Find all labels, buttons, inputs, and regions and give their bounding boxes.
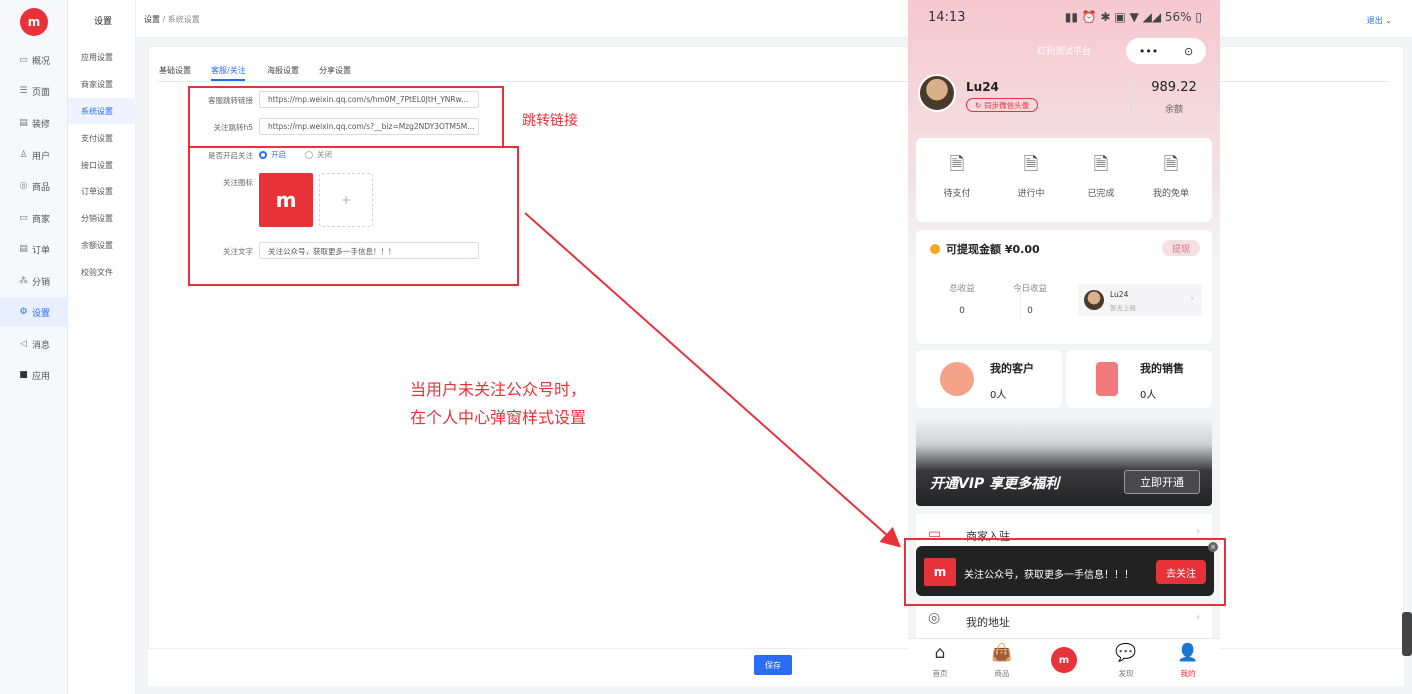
coin-icon	[930, 244, 940, 254]
tab-label: 我的	[1180, 669, 1196, 678]
popup-highlight	[904, 538, 1226, 606]
chevron-right-icon: ›	[1196, 526, 1200, 537]
my-customers-card[interactable]: 我的客户 0人	[916, 350, 1062, 408]
sales-count: 0人	[1140, 390, 1157, 401]
sync-label: 同步微信头像	[984, 100, 1030, 110]
order-free[interactable]: 🗎 我的免单	[1134, 152, 1208, 199]
battery-icon: ▯	[1195, 10, 1202, 24]
vip-slogan: 开通VIP 享更多福利	[930, 476, 1060, 492]
today-earnings-label: 今日收益	[1012, 284, 1047, 294]
withdraw-button[interactable]: 提现	[1162, 240, 1200, 256]
bottom-tab-bar: ⌂ 首页 👜 商品 m 💬 发现 👤 我的	[908, 638, 1220, 680]
address-label: 我的地址	[966, 616, 1010, 629]
open-vip-button[interactable]: 立即开通	[1124, 470, 1200, 494]
chevron-right-icon: ›	[1190, 294, 1194, 304]
mini-program-capsule: ••• ⊙	[1126, 38, 1206, 64]
order-label: 我的免单	[1152, 189, 1189, 199]
tab-goods[interactable]: 👜 商品	[982, 643, 1022, 679]
my-address-item[interactable]: ◎ 我的地址 ›	[916, 604, 1212, 638]
home-icon: ⌂	[934, 643, 946, 663]
balance-label: 余额	[1164, 105, 1183, 115]
today-earnings-value: 0	[1027, 306, 1033, 316]
scrollbar[interactable]	[1402, 612, 1412, 656]
tab-home[interactable]: ⌂ 首页	[920, 643, 960, 679]
customers-count: 0人	[990, 390, 1007, 401]
tab-mine[interactable]: 👤 我的	[1168, 643, 1208, 679]
free-order-icon: 🗎	[1163, 154, 1179, 175]
order-label: 已完成	[1087, 189, 1115, 199]
order-shortcuts: 🗎 待支付 🗎 进行中 🗎 已完成 🗎 我的免单	[916, 138, 1212, 222]
battery-percent: 56%	[1164, 10, 1192, 24]
avatar[interactable]	[918, 74, 956, 112]
chevron-right-icon: ›	[1196, 612, 1200, 623]
refresh-icon: ↻	[975, 100, 982, 110]
order-pending-pay[interactable]: 🗎 待支付	[920, 152, 994, 199]
status-time: 14:13	[928, 10, 966, 25]
center-logo-tab[interactable]: m	[1051, 647, 1077, 673]
tab-label: 商品	[994, 669, 1010, 678]
referrer-status: 暂无上级	[1110, 304, 1136, 312]
status-icons: ▮▮ ⏰ ✱ ▣ ▼ ◢◢ 56% ▯	[1065, 10, 1202, 24]
more-icon[interactable]: •••	[1139, 45, 1158, 58]
order-label: 待支付	[943, 189, 971, 199]
sales-title: 我的销售	[1140, 362, 1184, 375]
signal-icon: ▮▮ ⏰ ✱ ▣ ▼ ◢◢	[1064, 10, 1165, 24]
customers-icon	[940, 362, 974, 396]
bill-icon: 🗎	[949, 154, 965, 175]
order-label: 进行中	[1017, 189, 1045, 199]
sync-avatar-button[interactable]: ↻ 同步微信头像	[966, 98, 1039, 112]
referrer-card[interactable]: Lu24 暂无上级 ›	[1078, 284, 1202, 316]
my-sales-card[interactable]: 我的销售 0人	[1066, 350, 1212, 408]
chat-icon: 💬	[1115, 643, 1137, 663]
withdrawable-amount: 可提现金额 ¥0.00	[946, 243, 1040, 256]
referrer-name: Lu24	[1110, 290, 1129, 299]
bill-progress-icon: 🗎	[1023, 154, 1039, 175]
order-completed[interactable]: 🗎 已完成	[1064, 152, 1138, 199]
order-in-progress[interactable]: 🗎 进行中	[994, 152, 1068, 199]
earnings-card: 可提现金额 ¥0.00 提现 总收益 0 今日收益 0 Lu24 暂无上级 ›	[916, 230, 1212, 344]
bag-icon: 👜	[991, 643, 1013, 663]
total-earnings-value: 0	[959, 306, 965, 316]
tie-icon	[1096, 362, 1118, 396]
referrer-avatar	[1084, 290, 1104, 310]
tab-discover[interactable]: 💬 发现	[1106, 643, 1146, 679]
tab-label: 首页	[932, 669, 948, 678]
vip-banner: 开通VIP 享更多福利 立即开通	[916, 418, 1212, 506]
balance-value[interactable]: 989.22	[1134, 80, 1214, 95]
user-name: Lu24	[966, 80, 999, 94]
person-icon: 👤	[1177, 643, 1199, 663]
bill-done-icon: 🗎	[1093, 154, 1109, 175]
customers-title: 我的客户	[990, 362, 1034, 375]
tab-label: 发现	[1118, 669, 1134, 678]
balance-divider	[1130, 76, 1131, 114]
close-icon[interactable]: ⊙	[1184, 45, 1193, 58]
location-icon: ◎	[928, 610, 941, 626]
total-earnings-label: 总收益	[949, 284, 975, 294]
